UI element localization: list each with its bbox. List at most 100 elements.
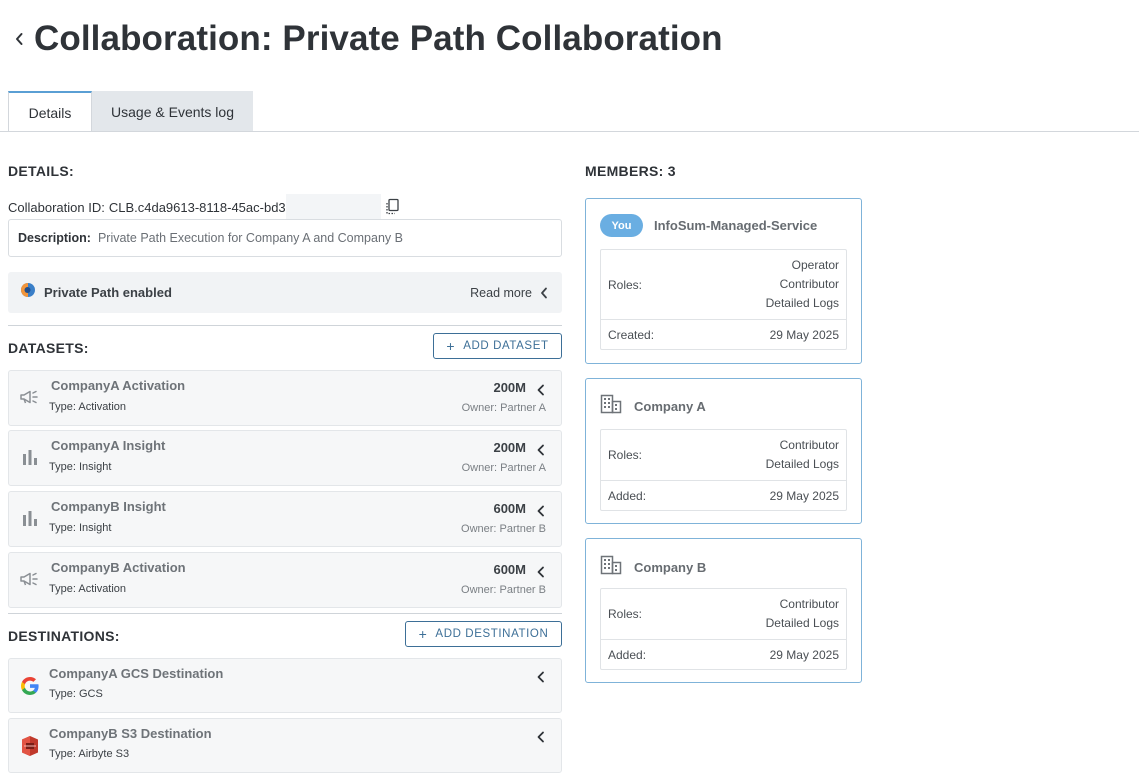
- chevron-left-icon: [535, 504, 547, 518]
- collaboration-id-row: Collaboration ID: CLB.c4da9613-8118-45ac…: [8, 194, 400, 220]
- dataset-type: Type: Activation: [49, 583, 127, 595]
- megaphone-icon: [19, 386, 41, 408]
- dataset-row[interactable]: CompanyA Insight Type: Insight 200M Owne…: [8, 430, 562, 486]
- role-item: Contributor: [779, 277, 839, 291]
- destinations-section-title: DESTINATIONS:: [8, 628, 120, 644]
- dataset-owner: Owner: Partner A: [461, 462, 546, 474]
- roles-label: Roles:: [608, 607, 643, 621]
- you-badge: You: [600, 214, 643, 237]
- role-item: Detailed Logs: [765, 457, 839, 471]
- member-card: You InfoSum-Managed-Service Roles: Opera…: [585, 198, 862, 364]
- role-item: Contributor: [779, 597, 839, 611]
- description-label: Description:: [18, 231, 91, 245]
- member-details-table: Roles: Contributor Detailed Logs Added: …: [600, 588, 847, 670]
- dataset-size: 200M: [493, 440, 526, 455]
- member-header: You InfoSum-Managed-Service: [600, 214, 817, 237]
- member-date-row: Added: 29 May 2025: [601, 639, 846, 669]
- tab-details[interactable]: Details: [8, 91, 92, 132]
- tabs-divider: [0, 131, 1139, 132]
- private-path-logo-icon: [18, 281, 36, 304]
- member-roles-row: Roles: Contributor Detailed Logs: [601, 430, 846, 480]
- destination-name: CompanyA GCS Destination: [49, 666, 224, 681]
- copy-icon[interactable]: [384, 198, 400, 216]
- tab-bar: Details Usage & Events log: [8, 91, 253, 132]
- add-destination-label: ADD DESTINATION: [435, 628, 549, 640]
- role-item: Contributor: [779, 438, 839, 452]
- member-header: Company A: [600, 394, 706, 419]
- private-path-bar: Private Path enabled Read more: [8, 272, 562, 313]
- member-name: Company A: [634, 399, 706, 414]
- member-card: Company A Roles: Contributor Detailed Lo…: [585, 378, 862, 524]
- aws-s3-icon: [19, 735, 41, 757]
- chevron-left-icon: [535, 670, 547, 684]
- dataset-owner: Owner: Partner B: [461, 523, 546, 535]
- members-section-title: MEMBERS: 3: [585, 163, 676, 179]
- member-name: Company B: [634, 560, 707, 575]
- section-divider: [8, 613, 562, 614]
- member-date-row: Added: 29 May 2025: [601, 480, 846, 510]
- details-section-title: DETAILS:: [8, 163, 74, 179]
- datasets-section-title: DATASETS:: [8, 340, 89, 356]
- dataset-name: CompanyB Activation: [51, 560, 186, 575]
- chevron-left-icon: [535, 565, 547, 579]
- destination-row[interactable]: CompanyA GCS Destination Type: GCS: [8, 658, 562, 713]
- building-icon: [600, 394, 622, 419]
- role-item: Operator: [791, 258, 839, 272]
- read-more-link[interactable]: Read more: [470, 286, 548, 300]
- date-value: 29 May 2025: [769, 488, 839, 503]
- read-more-label: Read more: [470, 285, 532, 300]
- member-name: InfoSum-Managed-Service: [654, 218, 818, 233]
- dataset-name: CompanyA Insight: [51, 438, 166, 453]
- dataset-size: 600M: [493, 562, 526, 577]
- bar-chart-icon: [19, 446, 41, 468]
- redacted-area: [285, 194, 381, 220]
- roles-list: Operator Contributor Detailed Logs: [766, 256, 839, 313]
- chevron-left-icon: [541, 287, 547, 298]
- dataset-type: Type: Insight: [49, 461, 112, 473]
- building-icon: [600, 555, 622, 580]
- role-item: Detailed Logs: [765, 296, 839, 310]
- member-roles-row: Roles: Contributor Detailed Logs: [601, 589, 846, 639]
- plus-icon: +: [446, 338, 456, 354]
- dataset-row[interactable]: CompanyB Activation Type: Activation 600…: [8, 552, 562, 608]
- tab-usage-events-log[interactable]: Usage & Events log: [92, 91, 253, 132]
- dataset-name: CompanyB Insight: [51, 499, 166, 514]
- date-label: Added:: [608, 647, 647, 662]
- roles-list: Contributor Detailed Logs: [766, 436, 839, 474]
- description-value: Private Path Execution for Company A and…: [97, 231, 403, 245]
- description-box: Description: Private Path Execution for …: [8, 219, 562, 257]
- add-destination-button[interactable]: + ADD DESTINATION: [405, 621, 562, 647]
- date-label: Created:: [608, 327, 655, 342]
- add-dataset-button[interactable]: + ADD DATASET: [433, 333, 562, 359]
- dataset-row[interactable]: CompanyB Insight Type: Insight 600M Owne…: [8, 491, 562, 547]
- role-item: Detailed Logs: [765, 616, 839, 630]
- date-value: 29 May 2025: [769, 327, 839, 342]
- member-header: Company B: [600, 555, 706, 580]
- destination-type: Type: Airbyte S3: [49, 748, 130, 760]
- member-roles-row: Roles: Operator Contributor Detailed Log…: [601, 250, 846, 319]
- destination-row[interactable]: CompanyB S3 Destination Type: Airbyte S3: [8, 718, 562, 773]
- dataset-size: 200M: [493, 380, 526, 395]
- chevron-left-icon: [535, 383, 547, 397]
- roles-label: Roles:: [608, 277, 643, 292]
- collaboration-id-label: Collaboration ID:: [8, 199, 105, 215]
- dataset-name: CompanyA Activation: [51, 378, 186, 393]
- plus-icon: +: [418, 626, 428, 642]
- roles-list: Contributor Detailed Logs: [766, 595, 839, 633]
- dataset-owner: Owner: Partner A: [461, 402, 546, 414]
- chevron-left-icon[interactable]: [6, 26, 32, 52]
- private-path-label: Private Path enabled: [44, 285, 172, 300]
- dataset-type: Type: Activation: [49, 401, 127, 413]
- date-value: 29 May 2025: [769, 647, 839, 662]
- dataset-type: Type: Insight: [49, 522, 112, 534]
- date-label: Added:: [608, 488, 647, 503]
- page-header: Collaboration: Private Path Collaboratio…: [0, 14, 723, 64]
- destination-name: CompanyB S3 Destination: [49, 726, 212, 741]
- collaboration-id-value: CLB.c4da9613-8118-45ac-bd3: [108, 199, 286, 215]
- dataset-row[interactable]: CompanyA Activation Type: Activation 200…: [8, 370, 562, 426]
- member-card: Company B Roles: Contributor Detailed Lo…: [585, 538, 862, 683]
- member-details-table: Roles: Operator Contributor Detailed Log…: [600, 249, 847, 350]
- destination-type: Type: GCS: [49, 688, 103, 700]
- chevron-left-icon: [535, 730, 547, 744]
- megaphone-icon: [19, 568, 41, 590]
